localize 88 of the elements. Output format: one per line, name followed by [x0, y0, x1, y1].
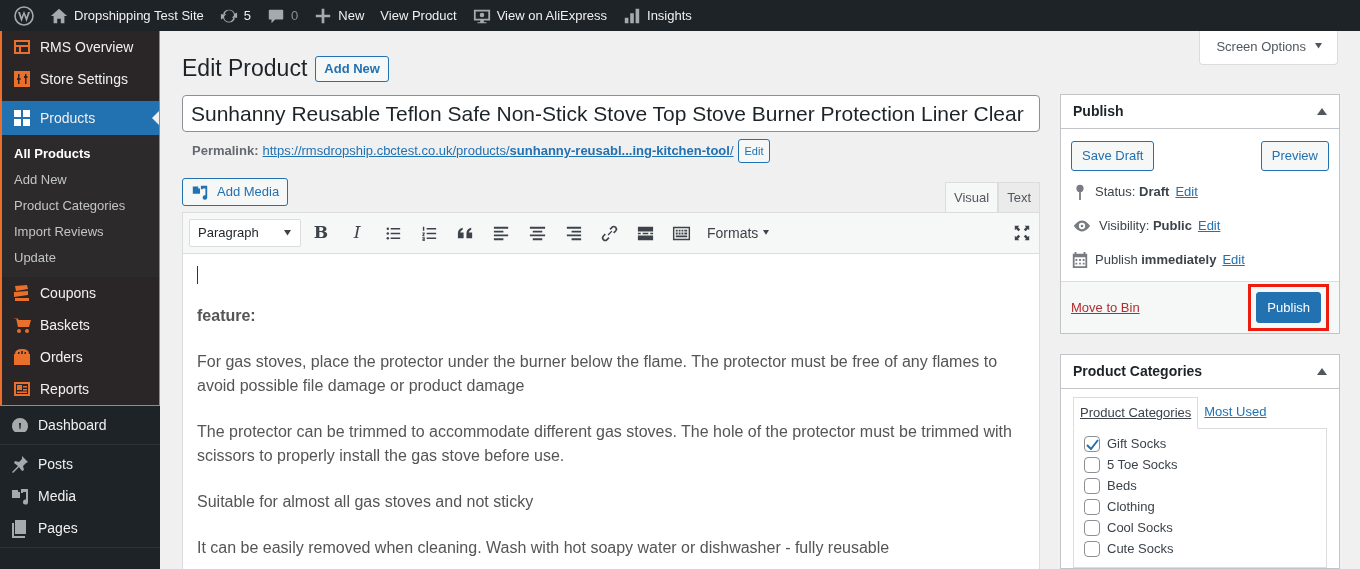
checkbox[interactable] [1084, 436, 1100, 452]
status-text: Publish immediately [1095, 251, 1217, 270]
home-icon [50, 6, 68, 25]
toolbar-link[interactable]: Insights [615, 0, 700, 31]
menu-item[interactable]: Pages [0, 512, 160, 544]
menu-item[interactable]: Coupons [2, 277, 159, 309]
permalink-link[interactable]: https://rmsdropship.cbctest.co.uk/products/sunhanny-reusabl...ing-kitchen-tool/ [262, 141, 734, 161]
paragraph: feature: [197, 306, 257, 326]
collapse-icon[interactable] [1317, 368, 1327, 375]
caret-icon [283, 229, 292, 237]
paragraph: It can be easily removed when cleaning. Wash with hot soapy water or dishwasher - fully reusable [197, 538, 891, 558]
status-text: Visibility: Public [1099, 217, 1192, 236]
wordpress-logo-icon[interactable] [14, 5, 34, 26]
text-cursor [197, 266, 198, 284]
edit-link[interactable]: Edit [1175, 182, 1198, 202]
submenu-item[interactable]: Add New [2, 167, 159, 193]
submenu-item[interactable]: Product Categories [2, 193, 159, 219]
save-draft-button[interactable]: Save Draft [1071, 141, 1155, 171]
bar-chart-icon [623, 6, 641, 25]
add-media-button[interactable]: Add Media [182, 178, 289, 206]
screen-options-button[interactable]: Screen Options [1199, 31, 1338, 65]
paragraph: The protector can be trimmed to accommodate different gas stoves. The hole of the protector must be trimmed with scissors to properly install the gas stove before use. [197, 422, 1013, 466]
menu-item[interactable]: Store Settings [2, 63, 159, 95]
fullscreen-icon[interactable] [1013, 224, 1031, 242]
preview-button[interactable]: Preview [1260, 141, 1329, 171]
bold-button[interactable]: B [305, 219, 337, 247]
toolbar-link[interactable]: View on AliExpress [464, 0, 615, 31]
status-text: Status: Draft [1095, 183, 1170, 202]
paragraph: Suitable for almost all gas stoves and not sticky [197, 492, 535, 512]
category-label: Gift Socks [1107, 435, 1167, 454]
grid-icon [12, 108, 32, 128]
pin-icon [10, 454, 30, 474]
menu-item[interactable]: Orders [2, 341, 159, 373]
page-title: Edit Product [182, 55, 308, 83]
move-to-bin-link[interactable]: Move to Bin [1071, 297, 1140, 318]
menu-item[interactable]: Reports [2, 373, 159, 405]
table-icon [12, 37, 32, 57]
media-icon [10, 486, 30, 506]
checkbox[interactable] [1084, 520, 1100, 536]
submenu-item[interactable]: All Products [2, 141, 159, 167]
editor-tab[interactable]: Visual [944, 181, 999, 212]
plus-icon [314, 6, 333, 25]
category-label: Beds [1107, 477, 1137, 496]
panel-title: Publish [1073, 102, 1124, 121]
category-tab[interactable]: Product Categories [1073, 397, 1199, 429]
permalink-label: Permalink: [192, 142, 259, 161]
sliders-icon [12, 69, 32, 89]
link-icon[interactable] [599, 223, 619, 243]
edit-link[interactable]: Edit [1197, 216, 1221, 236]
category-label: Clothing [1107, 498, 1155, 517]
title-field[interactable]: Sunhanny Reusable Teflon Safe Non-Stick Stove Top Stove Burner Protection Liner Clear [182, 95, 1040, 132]
checkbox[interactable] [1084, 478, 1100, 494]
toolbar-link[interactable]: View Product [372, 0, 465, 31]
calendar-icon [1071, 251, 1089, 269]
checkbox[interactable] [1084, 499, 1100, 515]
caret-icon [762, 230, 771, 236]
toolbar-link[interactable]: Dropshipping Test Site [42, 0, 212, 31]
menu-item[interactable]: Products [2, 101, 159, 135]
checkbox[interactable] [1084, 541, 1100, 557]
category-label: Cute Socks [1107, 540, 1174, 559]
media-icon [191, 183, 209, 201]
submenu-item[interactable]: Import Reviews [2, 219, 159, 245]
caret-icon [1314, 43, 1323, 51]
collapse-icon[interactable] [1317, 108, 1327, 115]
menu-item[interactable]: Posts [0, 448, 160, 480]
panel-title: Product Categories [1073, 362, 1203, 381]
toolbar-link[interactable]: 5 [211, 0, 260, 31]
menu-item[interactable]: Baskets [2, 309, 159, 341]
checkbox[interactable] [1084, 457, 1100, 473]
add-new-button[interactable]: Add New [315, 56, 389, 82]
paragraph: For gas stoves, place the protector under the burner below the flame. The protector must be free of any flames to avoid possible file damage or product damage [197, 352, 999, 396]
bag-icon [12, 347, 32, 367]
format-dropdown[interactable]: Paragraph [189, 219, 301, 247]
category-tab[interactable]: Most Used [1198, 397, 1273, 428]
edit-link[interactable]: Edit [1222, 250, 1245, 270]
menu-item[interactable]: RMS Overview [2, 31, 159, 63]
menu-item[interactable]: Media [0, 480, 160, 512]
formats-menu[interactable]: Formats [701, 222, 777, 244]
report-icon [12, 379, 32, 399]
submenu-item[interactable]: Update [2, 245, 159, 271]
category-label: 5 Toe Socks [1107, 456, 1178, 475]
italic-button[interactable]: I [341, 219, 373, 247]
editor-tab[interactable]: Text [998, 181, 1040, 212]
category-label: Cool Socks [1107, 519, 1173, 538]
edit-button[interactable]: Edit [737, 139, 771, 163]
menu-item[interactable]: Dashboard [0, 409, 160, 441]
publish-button[interactable]: Publish [1256, 291, 1321, 324]
toolbar-link[interactable]: New [306, 0, 373, 31]
